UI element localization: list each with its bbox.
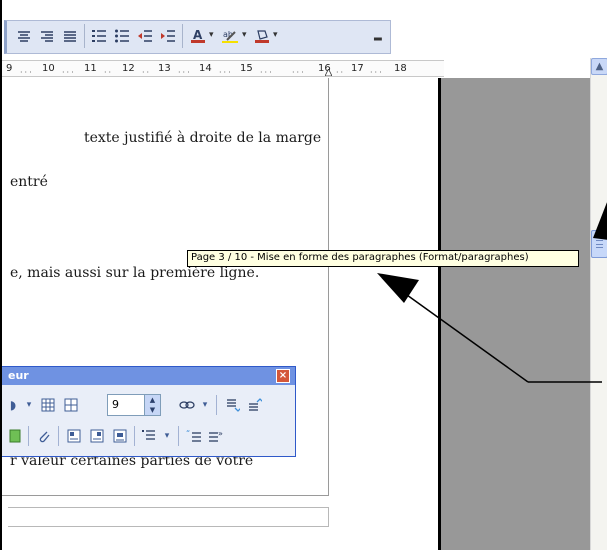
ruler-ticks: ·· xyxy=(336,68,346,77)
background-color-dropdown-icon[interactable]: ▾ xyxy=(273,30,278,40)
justify-icon[interactable] xyxy=(60,26,80,46)
grip-icon xyxy=(596,240,603,248)
ruler-ticks: ··· xyxy=(20,68,34,77)
floating-toolbar-title: eur xyxy=(8,369,29,382)
align-top-icon[interactable] xyxy=(246,396,264,414)
scroll-up-icon[interactable]: ▲ xyxy=(591,58,607,75)
align-center-icon[interactable] xyxy=(14,26,34,46)
image-icon[interactable] xyxy=(6,427,24,445)
table-columns-icon[interactable] xyxy=(62,396,80,414)
workspace-background xyxy=(438,78,590,550)
svg-text:“: “ xyxy=(186,429,190,438)
toolbar-separator xyxy=(28,426,29,446)
scrollbar-thumb[interactable] xyxy=(591,230,607,258)
page-tooltip: Page 3 / 10 - Mise en forme des paragrap… xyxy=(187,250,579,267)
highlight-dropdown-icon[interactable]: ▾ xyxy=(242,30,247,40)
document-line-indent: e, mais aussi sur la première ligne. xyxy=(10,265,260,281)
toolbar-separator xyxy=(134,426,135,446)
wrap-right-icon[interactable] xyxy=(88,427,106,445)
word-processor-window: A ▾ ab ▾ ▾ ▂ 9 ··· 10 ··· 11 ·· 12 ·· 13… xyxy=(0,0,607,550)
highlight-icon[interactable]: ab xyxy=(220,26,240,46)
ruler-ticks: ··· xyxy=(219,68,233,77)
dropdown-arrow-icon[interactable]: ▾ xyxy=(20,396,38,414)
close-icon[interactable]: × xyxy=(276,369,290,383)
dropdown-arrow-icon[interactable]: ▾ xyxy=(196,396,214,414)
ruler-label: 9 xyxy=(6,63,13,74)
decrease-indent-icon[interactable] xyxy=(135,26,155,46)
increase-indent-icon[interactable] xyxy=(158,26,178,46)
ruler-ticks: ·· xyxy=(142,68,152,77)
ruler-ticks: ··· xyxy=(292,68,306,77)
toolbar-separator xyxy=(216,395,217,415)
ruler-label: 14 xyxy=(199,63,212,74)
svg-text:»: » xyxy=(218,429,223,438)
font-color-dropdown-icon[interactable]: ▾ xyxy=(209,30,214,40)
link-icon[interactable] xyxy=(178,396,196,414)
toolbar-separator xyxy=(84,24,85,48)
align-right-icon[interactable] xyxy=(37,26,57,46)
ruler-label: 13 xyxy=(158,63,171,74)
wrap-through-icon[interactable] xyxy=(111,427,129,445)
paperclip-icon[interactable] xyxy=(35,427,53,445)
document-line-right-justified: texte justifié à droite de la marge xyxy=(84,130,322,146)
floating-toolbar[interactable]: eur × ◗ ▾ 9 ▲ ▼ ▾ ▾ “ » xyxy=(2,366,296,457)
dropdown-arrow-icon[interactable]: ▾ xyxy=(158,427,176,445)
ruler-label: 15 xyxy=(240,63,253,74)
ruler-label: 10 xyxy=(42,63,55,74)
page-bottom-edge xyxy=(2,495,329,496)
wrap-left-icon[interactable] xyxy=(65,427,83,445)
svg-text:A: A xyxy=(193,28,203,42)
align-bottom-icon[interactable] xyxy=(224,396,242,414)
bullet-list-icon[interactable] xyxy=(112,26,132,46)
ruler-label: 18 xyxy=(394,63,407,74)
floating-toolbar-titlebar[interactable]: eur × xyxy=(2,367,295,385)
toolbar-options-icon[interactable]: ▂ xyxy=(374,30,382,41)
ruler-label: 12 xyxy=(122,63,135,74)
ruler-ticks: ··· xyxy=(370,68,384,77)
next-page-frame xyxy=(8,507,329,527)
toolbar-separator xyxy=(58,426,59,446)
document-line-centered: entré xyxy=(10,174,48,190)
font-color-icon[interactable]: A xyxy=(188,26,208,46)
toolbar-separator xyxy=(178,426,179,446)
list-style-icon[interactable] xyxy=(140,427,158,445)
ruler-label: 11 xyxy=(84,63,97,74)
size-stepper-icon[interactable]: ▲ ▼ xyxy=(144,395,160,415)
insert-table-icon[interactable] xyxy=(39,396,57,414)
document-page[interactable] xyxy=(2,78,438,550)
ruler-ticks: ··· xyxy=(260,68,274,77)
formatting-toolbar: A ▾ ab ▾ ▾ ▂ xyxy=(2,0,607,60)
ruler-ticks: ··· xyxy=(62,68,76,77)
toolbar-separator xyxy=(182,24,183,48)
quote-align-icon[interactable]: “ xyxy=(185,427,203,445)
ruler-label: 17 xyxy=(351,63,364,74)
background-color-icon[interactable] xyxy=(252,26,272,46)
more-options-icon[interactable]: » xyxy=(207,427,225,445)
ruler-ticks: ··· xyxy=(178,68,192,77)
page-margin-edge xyxy=(328,78,329,496)
horizontal-ruler[interactable]: 9 ··· 10 ··· 11 ·· 12 ·· 13 ··· 14 ··· 1… xyxy=(2,60,444,77)
vertical-scrollbar[interactable] xyxy=(590,58,607,550)
ruler-ticks: ·· xyxy=(104,68,114,77)
numbered-list-icon[interactable] xyxy=(89,26,109,46)
right-indent-marker-icon[interactable] xyxy=(325,69,332,76)
